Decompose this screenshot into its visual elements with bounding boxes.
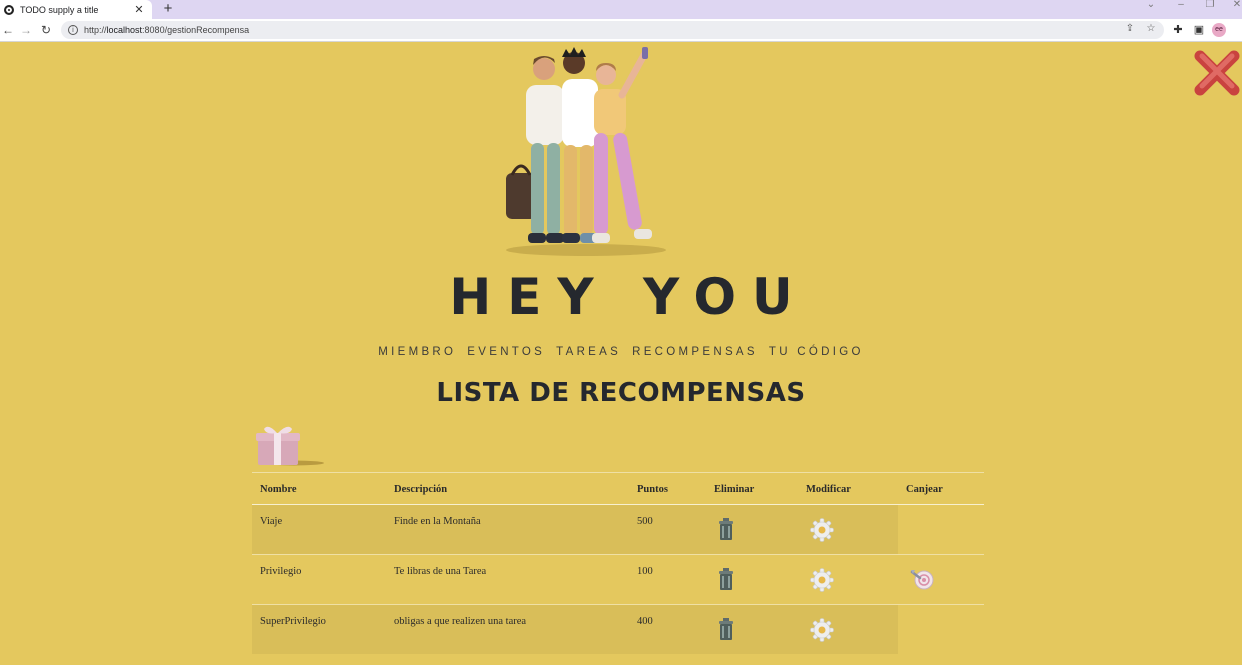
cell-descripcion: Te libras de una Tarea (394, 566, 487, 577)
cell-descripcion: obligas a que realizen una tarea (394, 616, 527, 627)
reload-icon[interactable]: ↻ (38, 22, 54, 38)
main-nav: MIEMBRO EVENTOS TAREAS RECOMPENSAS TU CÓ… (0, 346, 1242, 358)
redeem-icon[interactable] (910, 568, 936, 590)
site-info-icon[interactable]: i (68, 25, 78, 35)
nav-item-miembro[interactable]: MIEMBRO (378, 346, 456, 358)
restore-button[interactable]: ❐ (1203, 0, 1217, 12)
table-header: Nombre Descripción Puntos Eliminar Modif… (252, 472, 984, 505)
minimize-button[interactable]: – (1174, 0, 1188, 12)
cell-puntos: 400 (637, 616, 653, 627)
cell-puntos: 100 (637, 566, 653, 577)
browser-toolbar: ← → ↻ i http://localhost:8080/gestionRec… (0, 19, 1242, 42)
hero-illustration-friends (506, 47, 666, 256)
gift-icon[interactable] (254, 423, 324, 467)
nav-item-tu-codigo[interactable]: TU CÓDIGO (769, 346, 864, 358)
trash-icon[interactable] (718, 618, 734, 640)
rewards-table: Nombre Descripción Puntos Eliminar Modif… (252, 472, 984, 655)
col-header-modificar: Modificar (806, 484, 851, 495)
close-icon[interactable] (1190, 48, 1242, 96)
tab-title: TODO supply a title (20, 4, 99, 15)
col-header-descripcion: Descripción (394, 484, 448, 495)
globe-icon (4, 4, 14, 15)
cell-descripcion: Finde en la Montaña (394, 516, 481, 527)
tab-search-icon[interactable]: ⌄ (1144, 0, 1158, 12)
trash-icon[interactable] (718, 568, 734, 590)
trash-icon[interactable] (718, 518, 734, 540)
table-row: SuperPrivilegio obligas a que realizen u… (252, 605, 984, 655)
new-tab-button[interactable]: + (160, 0, 176, 19)
share-icon[interactable]: ⇪ (1123, 23, 1137, 34)
cell-puntos: 500 (637, 516, 653, 527)
table-row: Viaje Finde en la Montaña 500 (252, 505, 984, 555)
address-bar[interactable]: i http://localhost:8080/gestionRecompens… (61, 21, 1164, 39)
bookmark-star-icon[interactable]: ☆ (1144, 23, 1158, 34)
col-header-eliminar: Eliminar (714, 484, 755, 495)
browser-tab[interactable]: TODO supply a title ✕ (0, 0, 152, 19)
col-header-nombre: Nombre (260, 484, 297, 495)
extensions-puzzle-icon[interactable]: ✚ (1170, 22, 1186, 38)
col-header-canjear: Canjear (906, 484, 943, 495)
url-prefix: http:// (84, 25, 107, 35)
url-path: :8080/gestionRecompensa (142, 25, 250, 35)
page-title: LISTA DE RECOMPENSAS (436, 378, 806, 408)
window-close-button[interactable]: ✕ (1230, 0, 1242, 12)
nav-item-recompensas[interactable]: RECOMPENSAS (632, 346, 758, 358)
tab-close-icon[interactable]: ✕ (132, 3, 146, 16)
table-row: Privilegio Te libras de una Tarea 100 (252, 555, 984, 605)
forward-arrow-icon[interactable]: → (18, 22, 34, 38)
cell-nombre: SuperPrivilegio (260, 616, 326, 627)
col-header-puntos: Puntos (637, 484, 668, 495)
nav-item-eventos[interactable]: EVENTOS (467, 346, 545, 358)
gear-icon[interactable] (810, 618, 834, 642)
gear-icon[interactable] (810, 568, 834, 592)
browser-tab-strip: TODO supply a title ✕ + ⌄ – ❐ ✕ (0, 0, 1242, 19)
gear-icon[interactable] (810, 518, 834, 542)
cell-nombre: Viaje (260, 516, 283, 527)
profile-avatar[interactable]: ee (1212, 23, 1226, 37)
brand-logo[interactable]: HEY YOU (0, 268, 1242, 326)
nav-item-tareas[interactable]: TAREAS (556, 346, 621, 358)
url-host: localhost (106, 25, 143, 35)
back-arrow-icon[interactable]: ← (0, 22, 16, 38)
cell-nombre: Privilegio (260, 566, 302, 577)
side-panel-icon[interactable]: ▣ (1191, 22, 1207, 38)
